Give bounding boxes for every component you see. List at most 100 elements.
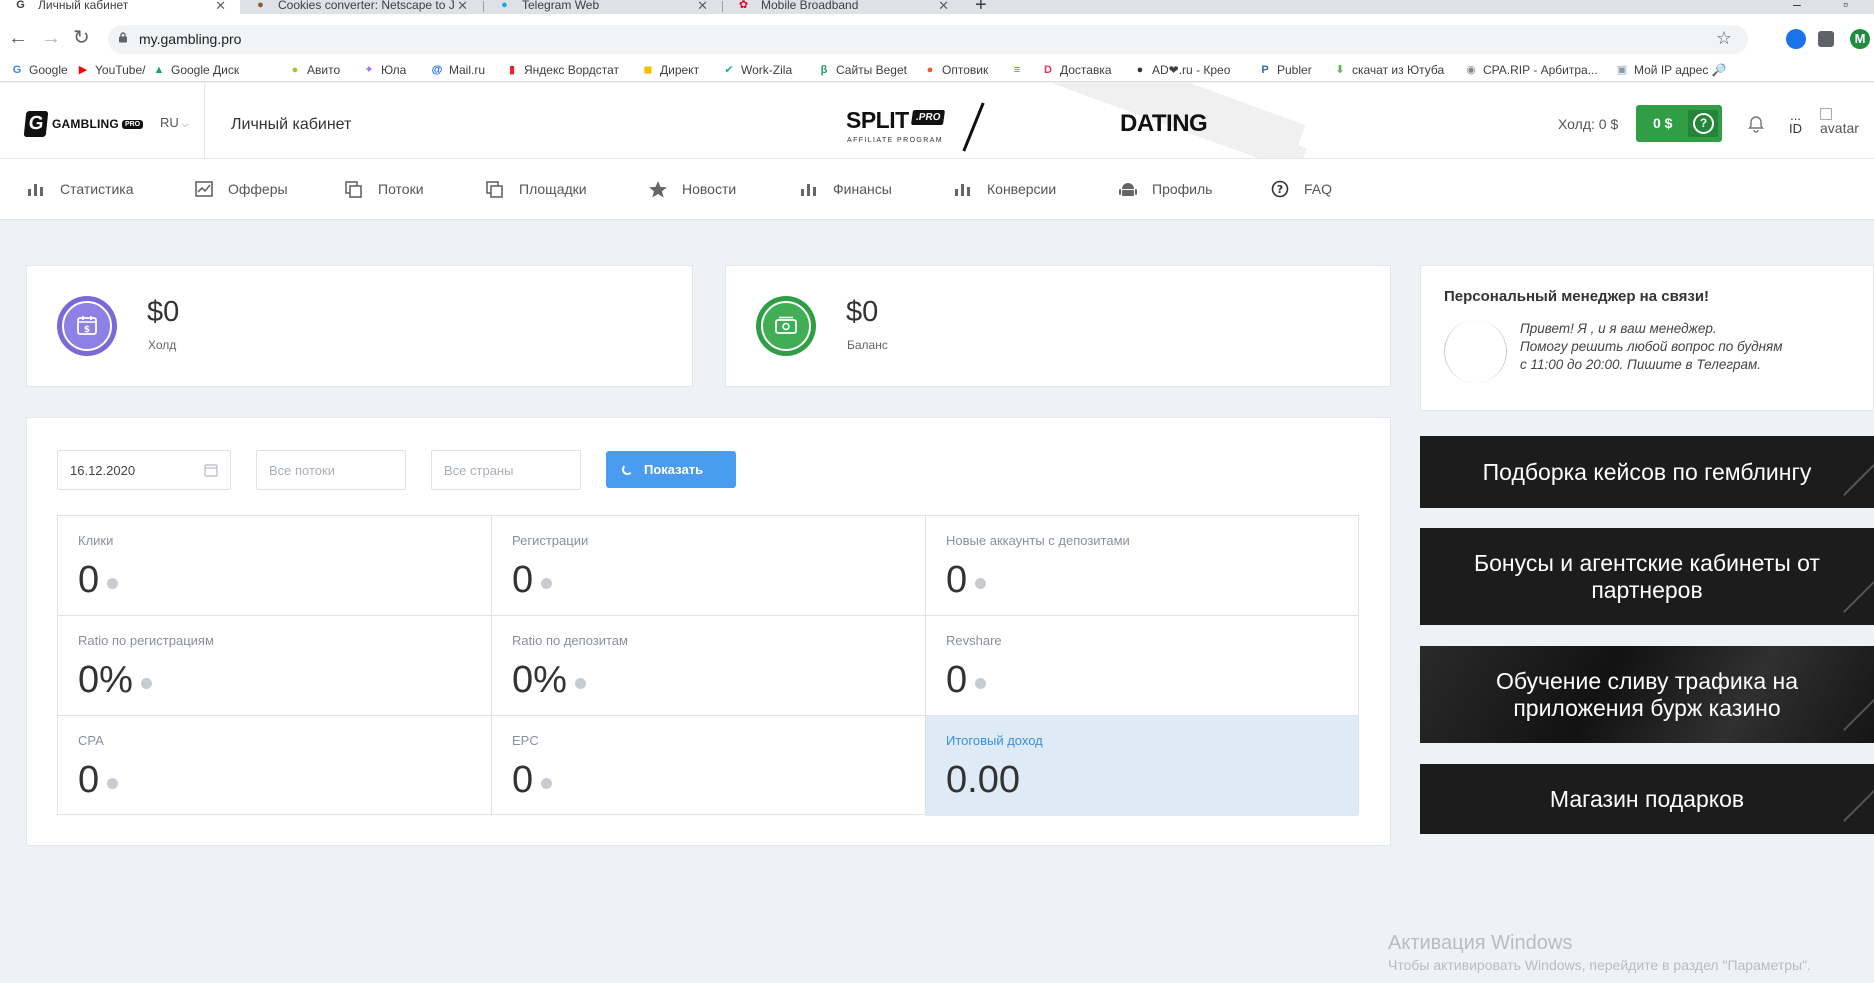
close-icon[interactable]: ✕ <box>215 0 226 12</box>
chevron-down-icon: ⌵ <box>181 119 189 129</box>
android-icon <box>1118 180 1138 198</box>
manager-message: Привет! Я , и я ваш менеджер. Помогу реш… <box>1520 320 1840 374</box>
bookmark-favicon-icon: ▶ <box>78 64 88 76</box>
extensions-puzzle-icon[interactable] <box>1818 31 1834 47</box>
metric-cell: CPA 0 <box>58 716 492 816</box>
browser-tab[interactable]: ✿ Mobile Broadband ✕ <box>723 0 963 14</box>
bookmark-item[interactable]: D Доставка <box>1041 63 1112 77</box>
promo-banner-bonuses[interactable]: Бонусы и агентские кабинеты от партнеров <box>1420 528 1874 625</box>
close-icon[interactable]: ✕ <box>938 0 949 12</box>
metric-value: 0 <box>78 559 100 601</box>
nav-item-label: Потоки <box>378 181 424 197</box>
back-arrow-icon[interactable]: ← <box>8 28 28 48</box>
metrics-grid: Клики 0 Регистрации 0 Новые аккаунты с депоз… <box>57 515 1359 816</box>
date-picker[interactable]: 16.12.2020 <box>57 450 231 490</box>
hold-icon-circle: $ <box>57 296 117 356</box>
bookmark-item[interactable]: ● Авито <box>288 63 340 77</box>
bookmark-item[interactable]: ▲ Google Диск <box>152 63 240 77</box>
metric-label: Новые аккаунты с депозитами <box>946 533 1130 548</box>
status-dot-icon <box>574 678 586 689</box>
lock-icon <box>119 32 127 43</box>
nav-item[interactable]: Финансы <box>799 180 892 198</box>
bookmark-item[interactable]: @ Mail.ru <box>430 63 485 77</box>
nav-item[interactable]: Профиль <box>1118 180 1212 198</box>
balance-icon-circle <box>756 296 816 356</box>
promo-banner-training[interactable]: Обучение сливу трафика на приложения бур… <box>1420 646 1874 743</box>
bookmark-label: Яндекс Вордстат <box>524 63 620 77</box>
nav-item[interactable]: Статистика <box>26 180 134 198</box>
metric-value: 0 <box>512 559 534 601</box>
promo-label: Магазин подарков <box>1549 785 1745 812</box>
windows-activation-subtitle: Чтобы активировать Windows, перейдите в … <box>1388 957 1811 973</box>
browser-tab[interactable]: ● Telegram Web ✕ <box>484 0 722 14</box>
bookmark-favicon-icon: ✦ <box>364 64 374 76</box>
address-bar[interactable]: my.gambling.pro ☆ <box>108 25 1748 54</box>
bookmark-item[interactable]: ● Оптовик <box>923 63 989 77</box>
nav-item[interactable]: Офферы <box>194 180 288 198</box>
hold-amount: Холд: 0 $ <box>1558 116 1619 132</box>
metric-value: 0% <box>78 659 133 701</box>
calendar-dollar-icon: $ <box>77 316 97 335</box>
nav-item[interactable]: Потоки <box>344 180 424 198</box>
nav-item-label: Офферы <box>228 181 288 197</box>
bookmark-item[interactable]: ⬇ скачат из Ютуба <box>1333 63 1444 77</box>
bookmark-item[interactable]: ▣ Мой IP адрес 🔎 <box>1615 63 1727 77</box>
nav-item[interactable]: ? FAQ <box>1270 180 1332 198</box>
streams-select[interactable]: Все потоки <box>256 450 406 490</box>
bookmark-item[interactable]: ✔ Work-Zila <box>722 63 792 77</box>
promo-banner-cases[interactable]: Подборка кейсов по гемблингу <box>1420 436 1874 508</box>
bookmark-label: Google Диск <box>171 63 240 77</box>
promo-banner-gift-shop[interactable]: Магазин подарков <box>1420 764 1874 834</box>
close-icon[interactable]: ✕ <box>457 0 468 12</box>
dating-logo[interactable]: DATING <box>1120 110 1208 138</box>
minimize-icon[interactable]: – <box>1793 0 1801 12</box>
user-id[interactable]: ... ID <box>1789 109 1802 135</box>
browser-tab[interactable]: ● Cookies converter: Netscape to J ✕ <box>240 0 482 14</box>
gambling-pro-logo[interactable]: G GAMBLING PRO <box>23 111 144 137</box>
bookmark-label: Авито <box>307 63 341 77</box>
nav-item[interactable]: Конверсии <box>953 180 1056 198</box>
download-extension-icon[interactable] <box>1786 29 1806 49</box>
balance-value: $0 <box>846 296 879 328</box>
countries-select[interactable]: Все страны <box>431 450 581 490</box>
bookmark-item[interactable]: ◉ CPA.RIP - Арбитра... <box>1464 63 1597 77</box>
balance-button[interactable]: 0 $ ? <box>1636 105 1722 142</box>
show-button[interactable]: Показать <box>606 451 736 488</box>
status-dot-icon <box>140 678 152 689</box>
profile-avatar[interactable]: M <box>1850 29 1870 49</box>
split-subtitle: AFFILIATE PROGRAM <box>847 137 944 144</box>
bookmark-item[interactable]: ▶ YouTube/ <box>76 63 146 77</box>
bookmark-item[interactable]: G Google <box>10 63 68 77</box>
split-pro-logo[interactable]: SPLIT .PRO AFFILIATE PROGRAM <box>846 107 946 144</box>
bookmark-label: Доставка <box>1060 63 1112 77</box>
bookmark-item[interactable]: P Publer <box>1258 63 1311 77</box>
bookmark-item[interactable]: ✦ Юла <box>362 63 406 77</box>
avatar[interactable]: avatar <box>1820 107 1874 135</box>
language-selector[interactable]: RU ⌵ <box>160 115 189 130</box>
promo-decoration <box>1843 452 1874 496</box>
metric-cell: Клики 0 <box>58 516 492 616</box>
chart-bar-icon <box>26 180 46 198</box>
manager-title: Персональный менеджер на связи! <box>1444 288 1710 305</box>
bookmark-item[interactable]: ▮ Яндекс Вордстат <box>505 63 619 77</box>
balance-help-button[interactable]: ? <box>1688 110 1718 137</box>
promo-label: Подборка кейсов по гемблингу <box>1482 458 1812 485</box>
bookmark-item[interactable]: β Сайты Beget <box>817 63 907 77</box>
browser-tab-active[interactable]: G Личный кабинет ✕ <box>0 0 240 14</box>
forward-arrow-icon[interactable]: → <box>41 28 61 48</box>
bookmark-star-icon[interactable]: ☆ <box>1716 28 1732 49</box>
new-tab-icon[interactable]: + <box>975 0 987 15</box>
bookmark-item[interactable]: ◼ Директ <box>641 63 699 77</box>
promo-label: Обучение сливу трафика на приложения бур… <box>1495 667 1799 721</box>
bookmark-label: Мой IP адрес 🔎 <box>1634 63 1727 77</box>
date-value: 16.12.2020 <box>70 463 136 478</box>
reload-icon[interactable]: ↻ <box>73 28 90 48</box>
nav-item[interactable]: Площадки <box>485 180 587 198</box>
bell-icon[interactable] <box>1746 114 1766 134</box>
bookmark-item[interactable]: ● AD❤.ru - Крео <box>1133 63 1231 77</box>
metric-cell: Ratio по регистрациям 0% <box>58 616 492 716</box>
close-icon[interactable]: ✕ <box>697 0 708 12</box>
maximize-icon[interactable]: ▫ <box>1843 0 1848 12</box>
bookmark-favicon-icon: ◉ <box>1466 64 1476 76</box>
nav-item[interactable]: Новости <box>648 180 736 198</box>
